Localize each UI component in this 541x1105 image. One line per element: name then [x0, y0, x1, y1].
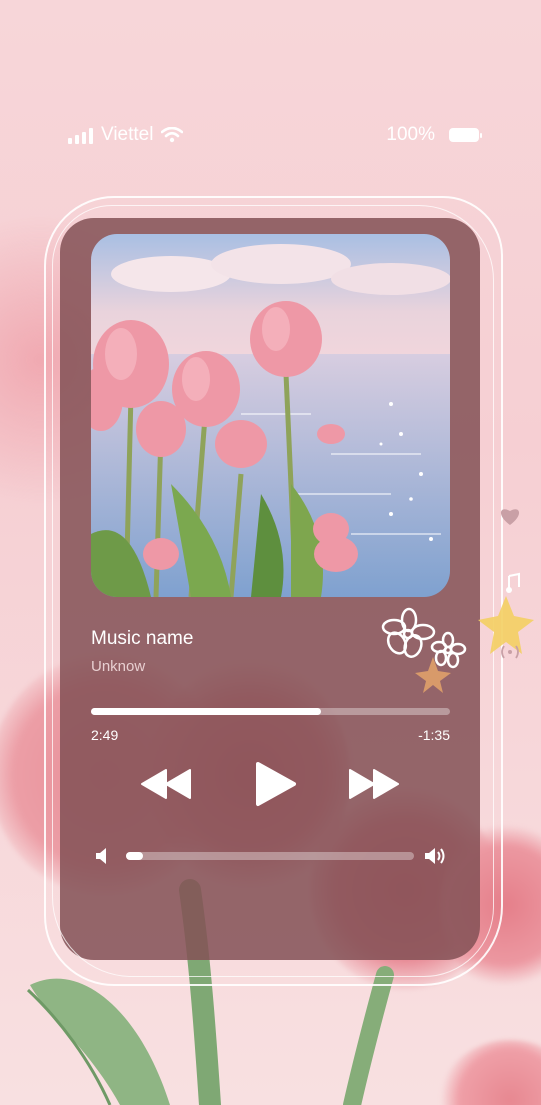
album-art [91, 234, 450, 597]
rewind-button[interactable] [140, 768, 194, 800]
status-left: Viettel [68, 124, 184, 146]
star-sticker-small [415, 657, 451, 693]
play-button[interactable] [254, 760, 298, 808]
progress-bar[interactable] [91, 708, 450, 715]
play-icon [256, 762, 296, 806]
status-bar: Viettel 100% [0, 124, 541, 150]
song-title: Music name [91, 628, 194, 649]
broadcast-icon [501, 645, 519, 659]
battery-percent: 100% [386, 124, 435, 145]
progress-fill [91, 708, 321, 715]
status-right: 100% [386, 124, 482, 146]
heart-icon[interactable] [498, 505, 522, 527]
signal-icon [68, 126, 93, 144]
song-artist: Unknow [91, 658, 146, 675]
volume-fill [126, 852, 144, 860]
lockscreen-background: Viettel 100% Music name Unknow 2:49 -1:3… [0, 0, 541, 1105]
volume-high-icon [425, 848, 445, 864]
time-remaining: -1:35 [418, 727, 450, 743]
fast-forward-icon [349, 769, 399, 799]
carrier-name: Viettel [101, 124, 154, 145]
volume-low-icon [96, 848, 106, 864]
fast-forward-button[interactable] [348, 768, 402, 800]
time-elapsed: 2:49 [91, 727, 119, 743]
rewind-icon [141, 769, 191, 799]
wifi-icon [161, 127, 184, 143]
battery-icon [449, 128, 482, 142]
volume-slider[interactable] [126, 852, 414, 860]
